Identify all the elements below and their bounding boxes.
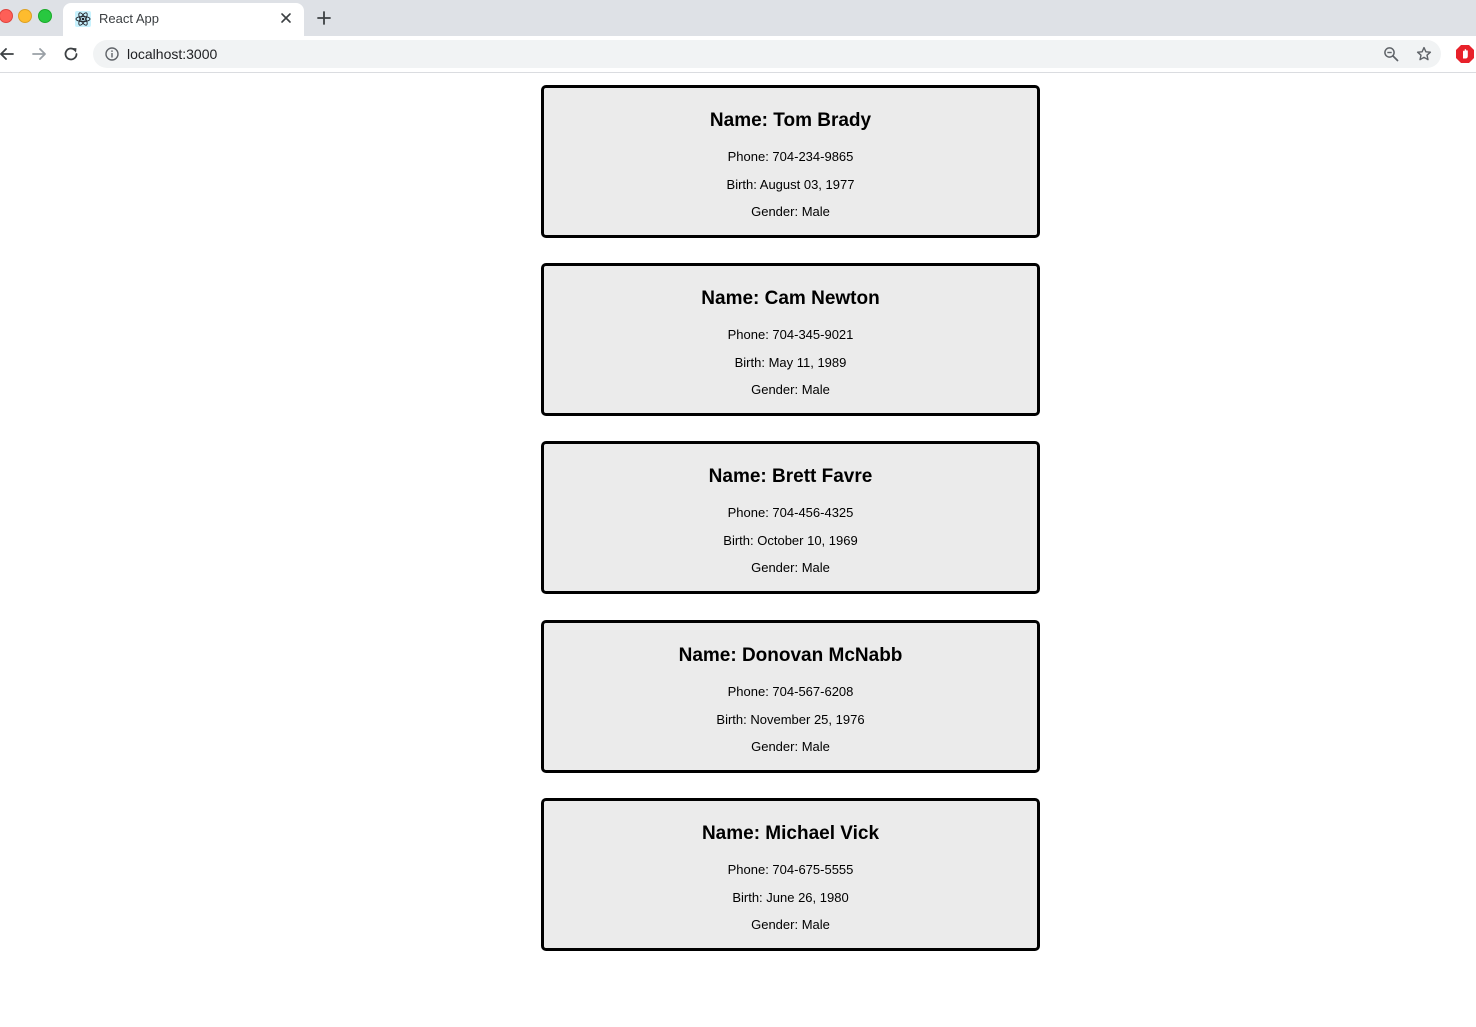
person-card: Name: Donovan McNabb Phone: 704-567-6208…: [541, 620, 1040, 773]
person-name: Name: Brett Favre: [708, 466, 873, 487]
person-phone: Phone: 704-234-9865: [727, 149, 854, 164]
window-maximize-button[interactable]: [38, 9, 52, 23]
person-gender: Gender: Male: [751, 560, 830, 575]
zoom-icon[interactable]: [1383, 46, 1399, 62]
page-content: Name: Tom Brady Phone: 704-234-9865 Birt…: [0, 73, 1476, 1027]
person-gender: Gender: Male: [751, 739, 830, 754]
star-icon[interactable]: [1416, 46, 1432, 62]
url-text[interactable]: localhost:3000: [127, 46, 217, 62]
window-minimize-button[interactable]: [18, 9, 32, 23]
arrow-right-icon[interactable]: [30, 45, 48, 63]
react-logo-icon: [75, 11, 91, 27]
person-birth: Birth: October 10, 1969: [723, 533, 858, 548]
person-phone: Phone: 704-345-9021: [727, 327, 854, 342]
address-bar[interactable]: localhost:3000: [93, 40, 1441, 68]
person-gender: Gender: Male: [751, 382, 830, 397]
person-name: Name: Tom Brady: [709, 110, 872, 131]
info-icon[interactable]: [104, 46, 120, 62]
reload-icon[interactable]: [62, 45, 80, 63]
plus-icon[interactable]: [316, 10, 332, 26]
tab-title: React App: [99, 11, 159, 26]
person-name: Name: Michael Vick: [701, 823, 880, 844]
person-phone: Phone: 704-675-5555: [727, 862, 854, 877]
arrow-left-icon[interactable]: [0, 45, 16, 63]
person-gender: Gender: Male: [751, 917, 830, 932]
person-birth: Birth: August 03, 1977: [726, 177, 855, 192]
person-phone: Phone: 704-456-4325: [727, 505, 854, 520]
browser-tab[interactable]: React App: [63, 3, 304, 36]
person-gender: Gender: Male: [751, 204, 830, 219]
person-birth: Birth: May 11, 1989: [734, 355, 847, 370]
person-card: Name: Brett Favre Phone: 704-456-4325 Bi…: [541, 441, 1040, 594]
person-card: Name: Cam Newton Phone: 704-345-9021 Bir…: [541, 263, 1040, 416]
close-icon[interactable]: [278, 10, 294, 26]
person-name: Name: Donovan McNabb: [678, 645, 903, 666]
person-card: Name: Michael Vick Phone: 704-675-5555 B…: [541, 798, 1040, 951]
person-birth: Birth: June 26, 1980: [732, 890, 849, 905]
person-phone: Phone: 704-567-6208: [727, 684, 854, 699]
adblock-icon[interactable]: [1455, 44, 1475, 64]
browser-toolbar: localhost:3000: [0, 36, 1476, 73]
window-close-button[interactable]: [0, 9, 13, 23]
person-birth: Birth: November 25, 1976: [716, 712, 865, 727]
person-card: Name: Tom Brady Phone: 704-234-9865 Birt…: [541, 85, 1040, 238]
tab-strip: React App: [0, 0, 1476, 36]
person-name: Name: Cam Newton: [701, 288, 880, 309]
